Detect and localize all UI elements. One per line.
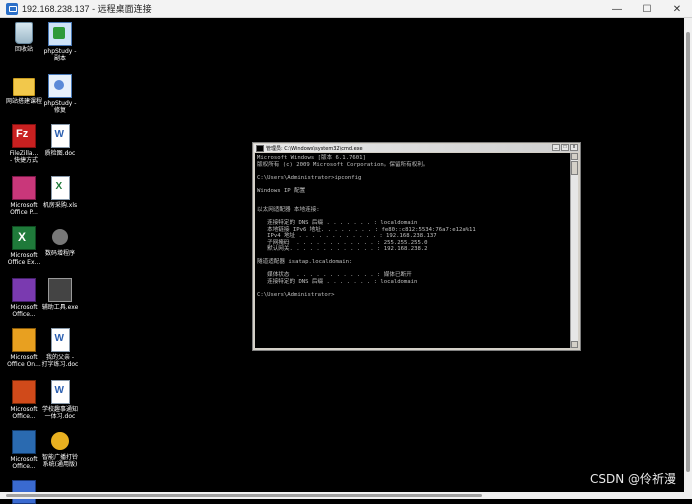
desktop-icon-phpstudy-copy[interactable]: phpStudy - 副本 <box>38 22 82 62</box>
maximize-button[interactable]: ☐ <box>632 0 662 18</box>
desktop-icon-phpstudy-repair[interactable]: phpStudy - 修复 <box>38 74 82 114</box>
console-line: 子网掩码 . . . . . . . . . . . . : 255.255.2… <box>267 239 428 246</box>
cmd-title: 管理员: C:\Windows\system32\cmd.exe <box>266 145 363 152</box>
console-line: IPv4 地址 . . . . . . . . . . . . : 192.16… <box>267 233 437 239</box>
console-line: C:\Users\Administrator>ipconfig <box>257 174 362 181</box>
desktop-icon-label: Microsoft Office Ex... <box>7 252 41 266</box>
desktop-icon-label: 智能广播打铃 系统(通用版) <box>41 454 78 468</box>
console-line: 媒体状态 . . . . . . . . . . . . : 媒体已断开 <box>267 272 412 278</box>
cmd-scrollbar[interactable] <box>570 153 578 348</box>
onenote-icon <box>12 328 36 352</box>
console-icon <box>256 144 264 152</box>
excel-icon <box>12 226 36 250</box>
console-output[interactable]: Microsoft Windows [版本 6.1.7601] 版权所有 (c)… <box>255 153 571 348</box>
desktop-icon-label: 我的父亲 - 打字练习.doc <box>41 354 79 368</box>
horizontal-scrollbar[interactable] <box>0 492 692 499</box>
rdp-titlebar: 192.168.238.137 - 远程桌面连接 — ☐ ✕ <box>0 0 692 18</box>
close-button[interactable]: ✕ <box>662 0 692 18</box>
word-doc-icon <box>50 380 70 404</box>
speaker-icon <box>51 432 69 450</box>
desktop-icon-label: Microsoft Office... <box>10 456 38 470</box>
phpstudy-repair-icon <box>48 74 72 98</box>
desktop-icon-label: Microsoft Office... <box>10 304 38 318</box>
console-line: Windows IP 配置 <box>257 187 306 194</box>
scrollbar-thumb[interactable] <box>6 494 482 497</box>
excel-file-icon <box>50 176 70 200</box>
window-title: 192.168.238.137 - 远程桌面连接 <box>22 4 152 14</box>
scrollbar-thumb[interactable] <box>686 32 690 472</box>
scroll-up-arrow-icon[interactable] <box>571 153 578 160</box>
console-line: 以太网适配器 本地连接: <box>257 207 320 213</box>
remote-desktop-icon <box>6 2 18 15</box>
console-text: Microsoft Windows [版本 6.1.7601] 版权所有 (c)… <box>255 153 571 300</box>
infopath-icon <box>12 278 36 302</box>
filezilla-icon <box>12 124 36 148</box>
csdn-watermark: CSDN @伶祈漫 <box>589 472 676 486</box>
desktop-icon-label: phpStudy - 副本 <box>43 48 77 62</box>
desktop-icon-typing-doc[interactable]: 我的父亲 - 打字练习.doc <box>38 328 82 368</box>
desktop-icon-label: 数码增程序 <box>44 250 75 257</box>
cmd-window[interactable]: 管理员: C:\Windows\system32\cmd.exe _ □ x M… <box>252 142 581 351</box>
console-line: 连接特定的 DNS 后缀 . . . . . . . : localdomain <box>267 278 418 285</box>
console-line: C:\Users\Administrator> <box>257 291 335 298</box>
remote-desktop[interactable]: 回收站 phpStudy - 副本 网站搭建课程 phpStudy - 修复 F… <box>0 18 684 504</box>
gear-icon <box>52 229 68 245</box>
console-line: 连接特定的 DNS 后缀 . . . . . . . : localdomain <box>267 220 418 226</box>
desktop-icon-label: 辅助工具.exe <box>41 304 79 311</box>
console-line: 默认网关. . . . . . . . . . . . . : 192.168.… <box>267 246 428 252</box>
word-doc-icon <box>50 328 70 352</box>
cmd-titlebar[interactable]: 管理员: C:\Windows\system32\cmd.exe _ □ x <box>254 144 579 152</box>
desktop-icon-label: phpStudy - 修复 <box>43 100 77 114</box>
desktop-icon-label: Microsoft Office P... <box>10 202 38 216</box>
desktop-icon-app-gear[interactable]: 数码增程序 <box>38 226 82 257</box>
powerpoint-icon <box>12 380 36 404</box>
tools-icon <box>48 278 72 302</box>
console-line: 版权所有 (c) 2009 Microsoft Corporation。保留所有… <box>257 161 429 168</box>
window-controls: — ☐ ✕ <box>602 0 692 18</box>
desktop-icon-tools-exe[interactable]: 辅助工具.exe <box>38 278 82 311</box>
sharepoint-icon <box>12 430 36 454</box>
word-doc-icon <box>50 124 70 148</box>
minimize-button[interactable]: — <box>602 0 632 18</box>
desktop-icon-purchase-xls[interactable]: 机房采购.xls <box>38 176 82 209</box>
desktop-icon-label: 学校趣事通知 一体习.doc <box>41 406 78 420</box>
scrollbar-thumb[interactable] <box>571 161 578 175</box>
console-line: 隧道适配器 isatap.localdomain: <box>257 259 353 265</box>
phpstudy-icon <box>48 22 72 46</box>
desktop-icon-label: Microsoft Office... <box>10 406 38 420</box>
scroll-down-arrow-icon[interactable] <box>571 341 578 348</box>
console-line: 本地链接 IPv6 地址. . . . . . . . : fe80::c812… <box>267 226 476 233</box>
cmd-close-button[interactable]: x <box>570 144 578 151</box>
recycle-bin-icon <box>15 22 33 44</box>
desktop-icon-label: 质检图.doc <box>44 150 76 157</box>
folder-icon <box>13 78 35 96</box>
cmd-maximize-button[interactable]: □ <box>561 144 569 151</box>
desktop-icon-label: 网站搭建课程 <box>5 98 42 105</box>
cmd-window-controls: _ □ x <box>551 144 578 151</box>
desktop-icon-school-doc[interactable]: 学校趣事通知 一体习.doc <box>38 380 82 420</box>
publisher-icon <box>12 176 36 200</box>
cmd-minimize-button[interactable]: _ <box>552 144 560 151</box>
vertical-scrollbar[interactable] <box>684 18 692 492</box>
desktop-icon-label: FileZilla... - 快捷方式 <box>9 150 39 164</box>
desktop-icon-label: Microsoft Office On... <box>7 354 41 368</box>
desktop-icon-quality-doc[interactable]: 质检图.doc <box>38 124 82 157</box>
desktop-icon-label: 回收站 <box>14 46 33 53</box>
desktop-icon-broadcast-system[interactable]: 智能广播打铃 系统(通用版) <box>38 430 82 468</box>
console-line: Microsoft Windows [版本 6.1.7601] <box>257 155 366 161</box>
desktop-icon-label: 机房采购.xls <box>42 202 78 209</box>
